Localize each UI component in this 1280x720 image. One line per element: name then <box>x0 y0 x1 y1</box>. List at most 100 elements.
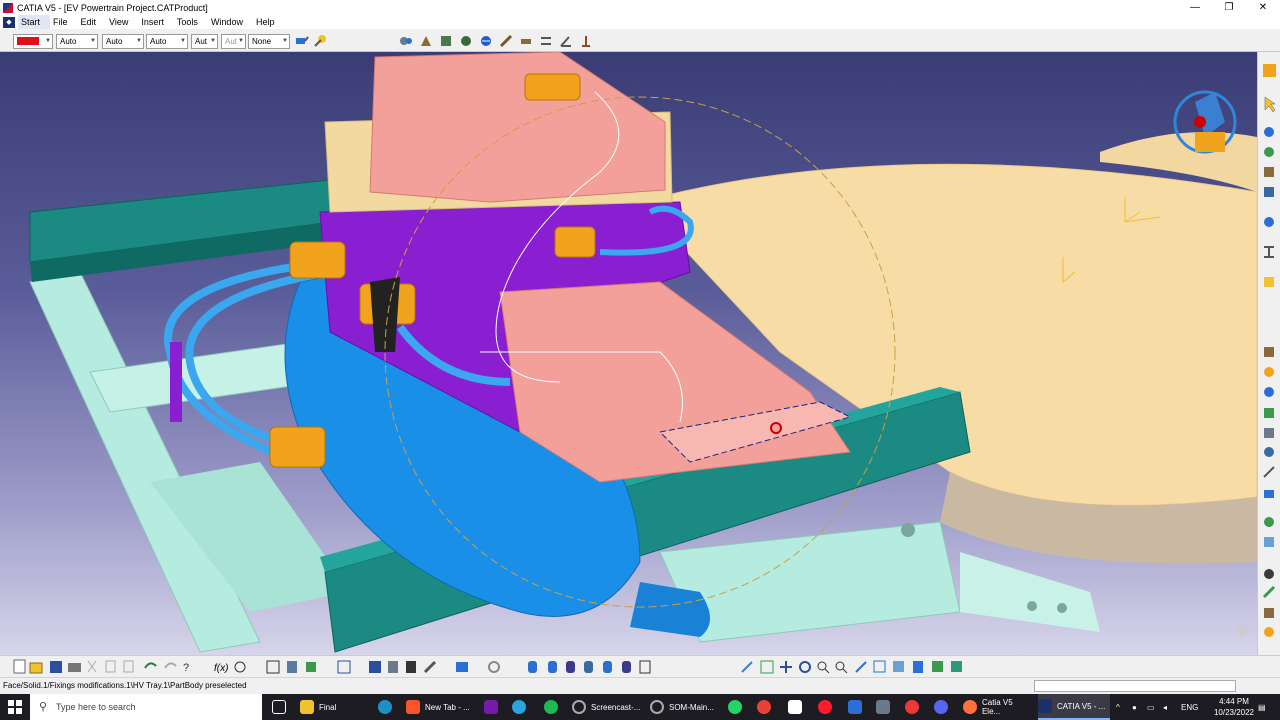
maximize-button[interactable]: ❐ <box>1212 0 1246 15</box>
svg-text:f(x): f(x) <box>214 663 228 674</box>
clash-icon[interactable] <box>478 33 494 49</box>
point-style-value: Aut <box>225 37 238 46</box>
update-icon <box>406 661 416 673</box>
instantiate-icon <box>306 662 316 672</box>
taskbar-app-screencast[interactable]: Screencast-... <box>572 694 642 720</box>
bom-list-icon <box>388 661 398 673</box>
line-thickness-select[interactable]: Auto ▼ <box>102 34 144 49</box>
menu-edit[interactable]: Edit <box>78 15 107 29</box>
opera-icon[interactable] <box>818 694 837 720</box>
command-input[interactable] <box>1034 680 1236 692</box>
spotify-icon[interactable] <box>544 694 563 720</box>
publish-icon <box>1264 608 1274 618</box>
measure-icon <box>1264 490 1274 498</box>
taskbar-app-firefox[interactable]: Catia V5 Ele... <box>963 694 1033 720</box>
taskbar-app-som[interactable]: SOM-Main... <box>650 694 722 720</box>
offset-icon[interactable] <box>538 33 554 49</box>
onenote-icon[interactable] <box>484 694 503 720</box>
bottom-toolbar: ? f(x) <box>0 655 1280 677</box>
catia-logo-icon: ◆ <box>3 16 15 28</box>
window-app-icon[interactable] <box>848 694 867 720</box>
normal-view-icon <box>855 661 867 673</box>
menu-window[interactable]: Window <box>208 15 253 29</box>
select-arrow-icon <box>1264 96 1276 113</box>
properties-brush-icon[interactable] <box>312 33 328 49</box>
telegram-icon[interactable] <box>512 694 531 720</box>
color-swatch <box>17 37 39 45</box>
task-view-icon[interactable] <box>272 694 291 720</box>
graphic-properties-toolbar: ▼ Auto ▼ Auto ▼ Auto ▼ Aut ▼ Aut ▼ None ▼ <box>0 29 1280 52</box>
chrome-icon[interactable] <box>757 694 776 720</box>
windows-start-icon[interactable] <box>0 694 30 720</box>
mint-frame-left <box>29 271 261 653</box>
window-title: CATIA V5 - [EV Powertrain Project.CATPro… <box>17 2 208 13</box>
chevron-down-icon: ▼ <box>210 38 216 44</box>
vivaldi-icon[interactable] <box>905 694 924 720</box>
angle-icon[interactable] <box>558 33 574 49</box>
replace-icon <box>1264 217 1274 227</box>
taskbar-app-label: New Tab - ... <box>425 702 470 712</box>
3d-viewport[interactable] <box>0 52 1257 655</box>
mic-icon[interactable]: ● <box>1132 694 1137 720</box>
angle-constraint-icon <box>1263 466 1275 478</box>
line-type-select[interactable]: Auto ▼ <box>56 34 98 49</box>
frame-hole <box>901 523 915 537</box>
whatsapp-icon[interactable] <box>728 694 747 720</box>
contact-icon[interactable] <box>518 33 534 49</box>
zoom-in-icon <box>817 661 830 674</box>
search-icon: ⚲ <box>39 701 48 713</box>
snap-icon[interactable] <box>438 33 454 49</box>
formula-icon: f(x) <box>214 663 228 674</box>
pc-icon[interactable] <box>876 694 895 720</box>
taskbar-search-input[interactable]: ⚲ Type here to search <box>30 694 262 720</box>
menu-file[interactable]: File <box>50 15 78 29</box>
format-painter-icon[interactable] <box>294 33 310 49</box>
tree-corner-icon <box>1236 622 1250 637</box>
layer-select[interactable]: Aut ▼ <box>191 34 218 49</box>
menu-tools[interactable]: Tools <box>174 15 208 29</box>
menu-insert[interactable]: Insert <box>138 15 174 29</box>
menu-view[interactable]: View <box>106 15 138 29</box>
bill-of-material-icon <box>369 661 381 673</box>
manipulate-icon[interactable] <box>418 33 434 49</box>
taskbar-app-brave[interactable]: New Tab - ... <box>406 694 474 720</box>
volume-icon[interactable]: ◂ <box>1163 694 1167 720</box>
frame-hole <box>1057 603 1067 613</box>
right-toolbar <box>1257 52 1280 655</box>
fix-icon[interactable] <box>578 33 594 49</box>
language-indicator[interactable]: ENG <box>1181 694 1198 720</box>
menu-bar: ◆ Start File Edit View Insert Tools Wind… <box>0 15 1280 29</box>
clash-analysis-icon <box>1264 569 1274 579</box>
multi-view-icon <box>873 660 886 673</box>
clock[interactable]: 4:44 PM 10/23/2022 <box>1214 696 1254 718</box>
color-select[interactable]: ▼ <box>13 34 53 49</box>
explode-icon[interactable] <box>458 33 474 49</box>
refresh-icon <box>488 661 500 673</box>
minimize-button[interactable]: — <box>1178 0 1212 15</box>
notification-icon[interactable]: ▤ <box>1258 694 1266 720</box>
linetype-weight-select[interactable]: Auto ▼ <box>146 34 188 49</box>
cylinder-icon <box>528 661 537 673</box>
close-button[interactable]: ✕ <box>1246 0 1280 15</box>
tradingview-icon[interactable] <box>788 694 807 720</box>
menu-help[interactable]: Help <box>253 15 285 29</box>
eraser-icon <box>456 662 468 672</box>
coincidence-icon[interactable] <box>498 33 514 49</box>
whats-this-icon: ? <box>183 662 189 674</box>
network-icon[interactable]: ▭ <box>1147 694 1155 720</box>
tray-chevron-icon[interactable]: ^ <box>1116 694 1120 720</box>
existing-component-icon <box>1264 187 1274 197</box>
cylinder-icon <box>566 661 575 673</box>
taskbar-app-final[interactable]: Final <box>300 694 362 720</box>
point-style-select[interactable]: Aut ▼ <box>221 34 246 49</box>
connector-orange <box>289 241 346 279</box>
edge-icon[interactable] <box>378 694 397 720</box>
generate-numbering-icon <box>1264 277 1274 287</box>
chevron-down-icon: ▼ <box>45 38 51 44</box>
assembly-constraint-icon[interactable] <box>398 33 414 49</box>
discord-icon[interactable] <box>934 694 953 720</box>
taskbar-app-catia[interactable]: CATIA V5 - ... <box>1038 694 1110 720</box>
title-bar: CATIA V5 - [EV Powertrain Project.CATPro… <box>0 0 1280 15</box>
style-select[interactable]: None ▼ <box>248 34 290 49</box>
menu-start[interactable]: Start <box>18 15 51 29</box>
